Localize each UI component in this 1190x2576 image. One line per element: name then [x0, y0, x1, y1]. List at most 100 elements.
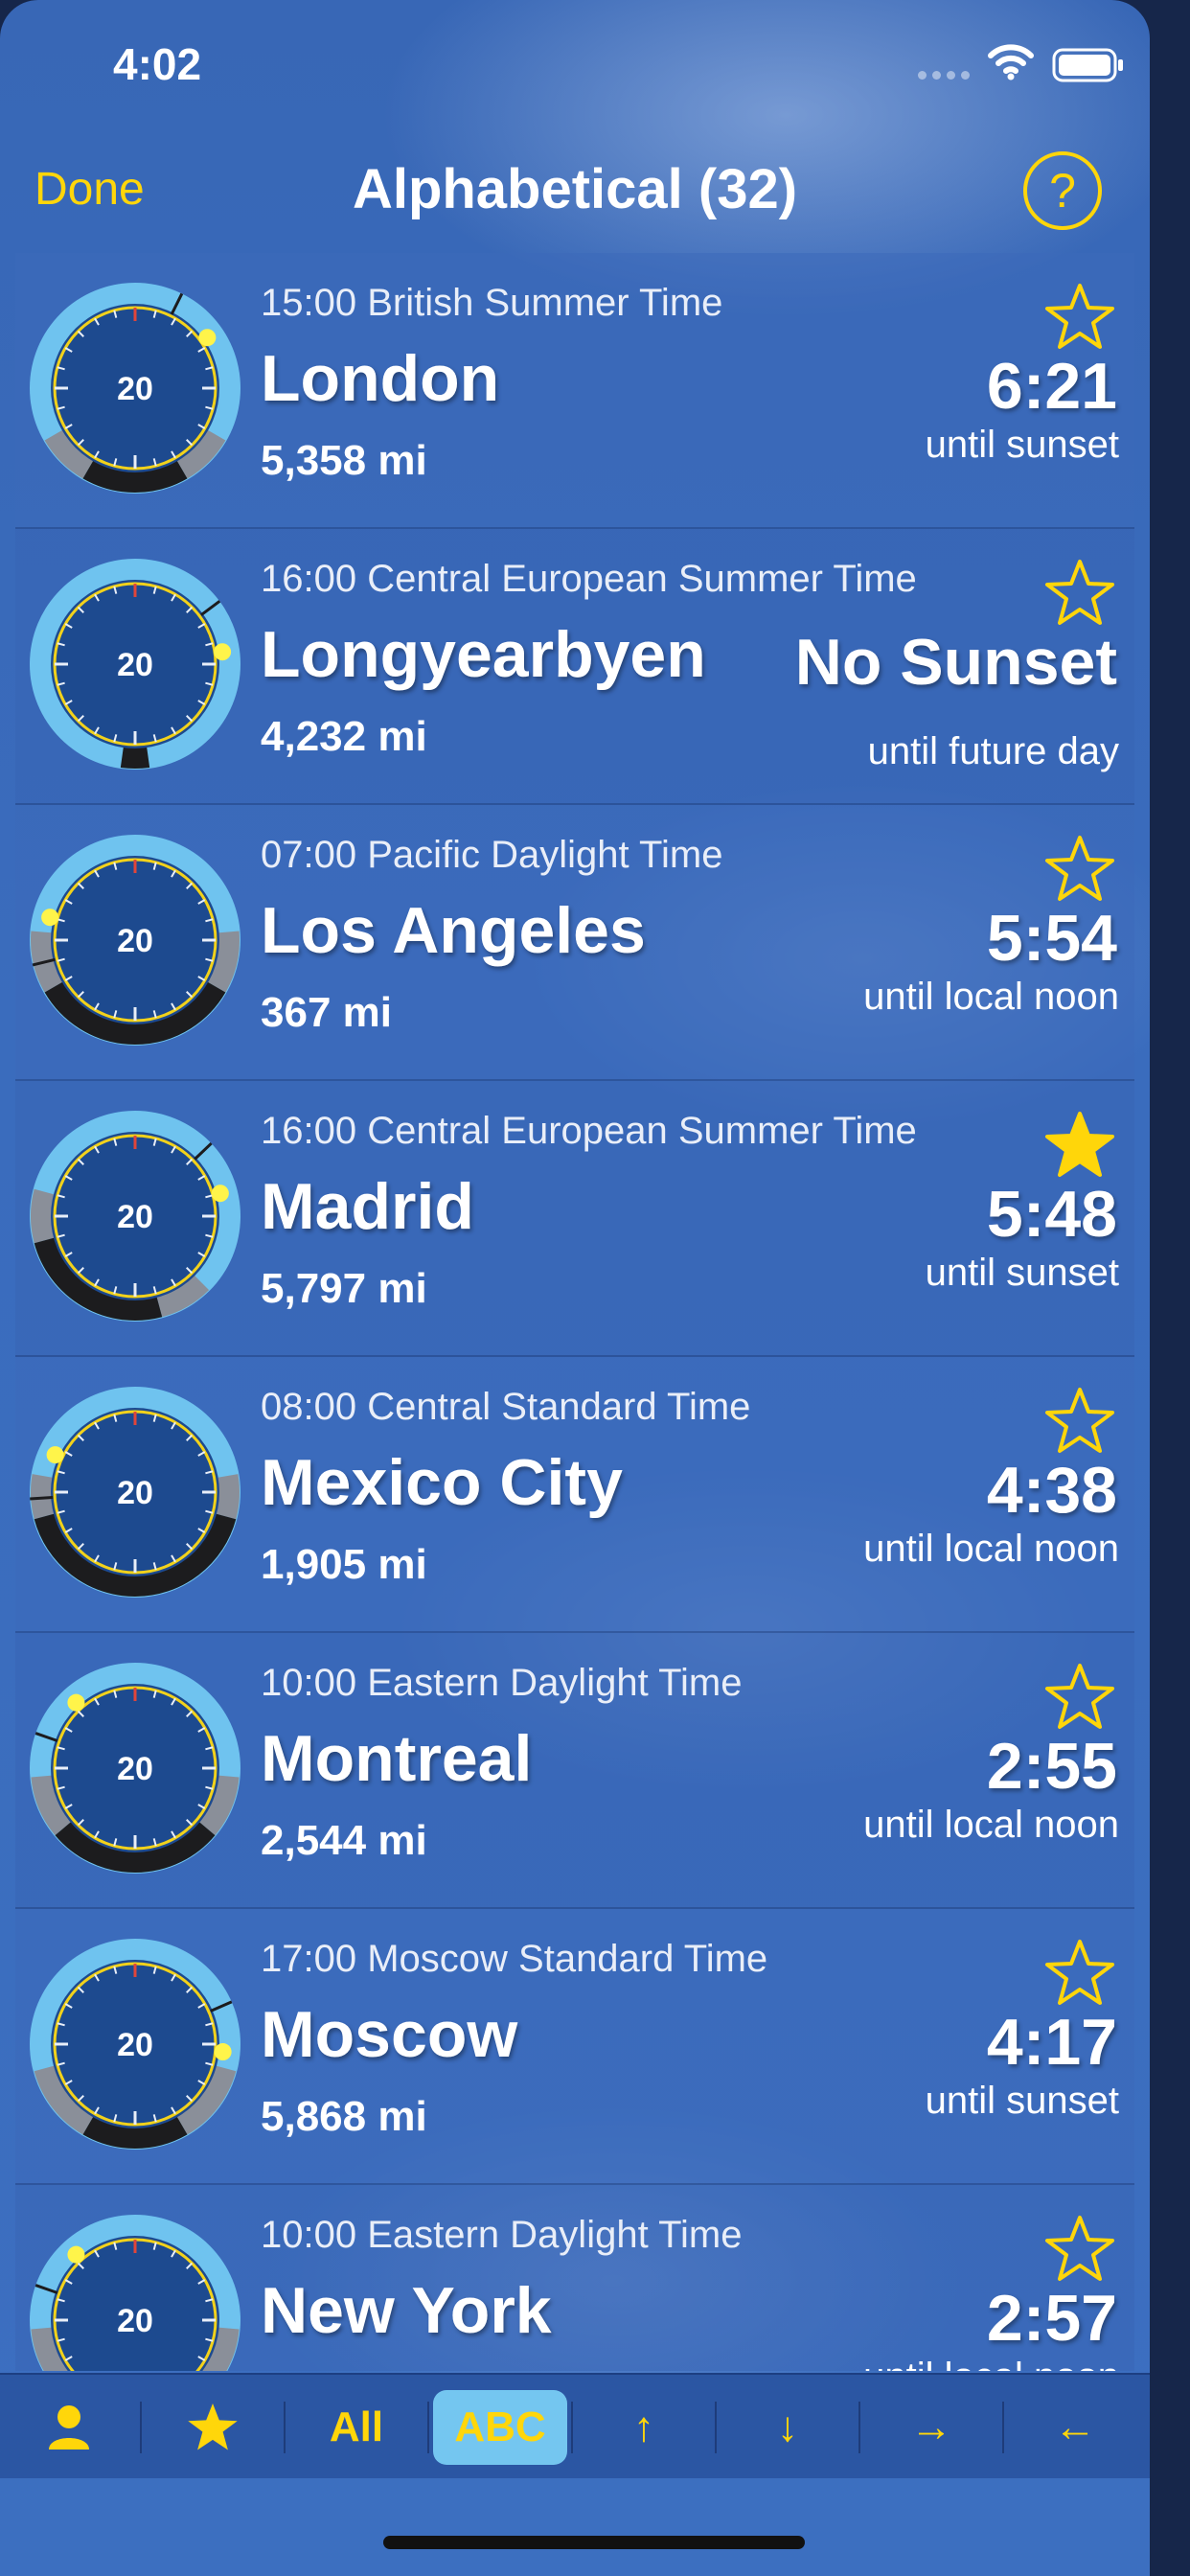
- toolbar-divider: [571, 2402, 573, 2453]
- city-row[interactable]: 20 16:00 Central European Summer Time Madr…: [15, 1081, 1134, 1357]
- city-name: Los Angeles: [261, 894, 646, 967]
- status-time: 4:02: [113, 39, 202, 89]
- sun-marker: [214, 2043, 232, 2061]
- sun-marker: [46, 1446, 64, 1464]
- countdown-value: 5:54: [986, 902, 1117, 975]
- sun-marker: [67, 2245, 85, 2264]
- timezone-label: 16:00 Central European Summer Time: [261, 1110, 917, 1152]
- star-outline-icon[interactable]: [1044, 2214, 1115, 2285]
- distance-label: 4,232 mi: [261, 713, 427, 760]
- timezone-label: 15:00 British Summer Time: [261, 282, 723, 324]
- dial-label: 20: [117, 1751, 153, 1787]
- navigation-bar: Done Alphabetical (32) ?: [0, 134, 1150, 249]
- countdown-value: 6:21: [986, 350, 1117, 423]
- timezone-label: 10:00 Eastern Daylight Time: [261, 2214, 743, 2256]
- countdown-value: No Sunset: [794, 626, 1117, 699]
- sort-down-button[interactable]: ↓: [716, 2375, 859, 2480]
- toolbar-divider: [284, 2402, 286, 2453]
- city-name: Moscow: [261, 1998, 518, 2071]
- countdown-value: 5:48: [986, 1178, 1117, 1251]
- dial-label: 20: [117, 2027, 153, 2063]
- event-label: until sunset: [925, 2080, 1119, 2122]
- star-outline-icon[interactable]: [1044, 834, 1115, 905]
- countdown-value: 2:57: [986, 2282, 1117, 2355]
- person-filter-button[interactable]: [0, 2375, 141, 2480]
- star-outline-icon[interactable]: [1044, 282, 1115, 353]
- toolbar-label: ↓: [777, 2404, 798, 2450]
- sun-marker: [41, 908, 59, 927]
- star-outline-icon[interactable]: [1044, 558, 1115, 629]
- distance-label: 2,544 mi: [261, 1817, 427, 1864]
- app-sheet: 4:02 Done Alphabetical (32) ? 20 15:00 Br…: [0, 0, 1150, 2576]
- toolbar-label: →: [910, 2404, 952, 2450]
- sun-dial-icon: 20: [30, 1663, 240, 1874]
- signal-icon: [918, 71, 970, 80]
- status-bar: 4:02: [0, 0, 1150, 125]
- sun-dial-icon: 20: [30, 559, 240, 770]
- toolbar-divider: [858, 2402, 860, 2453]
- dial-label: 20: [117, 371, 153, 407]
- star-outline-icon[interactable]: [1044, 1662, 1115, 1733]
- city-row[interactable]: 20 15:00 British Summer Time London 5,358 m…: [15, 253, 1134, 529]
- timezone-label: 10:00 Eastern Daylight Time: [261, 1662, 743, 1704]
- toolbar-label: ABC: [433, 2390, 567, 2465]
- toolbar-label: ↑: [633, 2404, 654, 2450]
- person-icon: [49, 2405, 89, 2450]
- sun-dial-icon: 20: [30, 1111, 240, 1322]
- star-filled-icon: [188, 2404, 238, 2450]
- city-row[interactable]: 20 10:00 Eastern Daylight Time New York 2:5…: [15, 2185, 1134, 2371]
- all-filter-button[interactable]: All: [285, 2375, 428, 2480]
- event-label: until local noon: [863, 1804, 1119, 1846]
- city-name: New York: [261, 2274, 552, 2347]
- distance-label: 367 mi: [261, 989, 392, 1036]
- star-outline-icon[interactable]: [1044, 1938, 1115, 2009]
- timezone-label: 16:00 Central European Summer Time: [261, 558, 917, 600]
- city-row[interactable]: 20 16:00 Central European Summer Time Long…: [15, 529, 1134, 805]
- dial-label: 20: [117, 923, 153, 959]
- sort-up-button[interactable]: ↑: [572, 2375, 716, 2480]
- city-row[interactable]: 20 17:00 Moscow Standard Time Moscow 5,868 …: [15, 1909, 1134, 2185]
- toolbar-divider: [427, 2402, 429, 2453]
- abc-sort-button[interactable]: ABC: [428, 2375, 572, 2480]
- star-outline-icon[interactable]: [1044, 1386, 1115, 1457]
- countdown-value: 2:55: [986, 1730, 1117, 1803]
- distance-label: 5,868 mi: [261, 2093, 427, 2140]
- sun-dial-icon: 20: [30, 1387, 240, 1598]
- battery-icon: [1052, 48, 1123, 82]
- star-filled-icon[interactable]: [1044, 1110, 1115, 1181]
- event-label: until local noon: [863, 2356, 1119, 2371]
- city-name: Madrid: [261, 1170, 474, 1243]
- city-row[interactable]: 20 08:00 Central Standard Time Mexico City…: [15, 1357, 1134, 1633]
- sun-marker: [211, 1184, 229, 1203]
- sun-dial-icon: 20: [30, 1939, 240, 2150]
- city-name: Montreal: [261, 1722, 533, 1795]
- timezone-label: 08:00 Central Standard Time: [261, 1386, 751, 1428]
- toolbar-divider: [1002, 2402, 1004, 2453]
- distance-label: 1,905 mi: [261, 1541, 427, 1588]
- sun-dial-icon: 20: [30, 2215, 240, 2371]
- city-row[interactable]: 20 07:00 Pacific Daylight Time Los Angeles…: [15, 805, 1134, 1081]
- page-title: Alphabetical (32): [352, 158, 798, 220]
- dial-label: 20: [117, 1199, 153, 1235]
- dial-label: 20: [117, 647, 153, 683]
- sun-dial-icon: 20: [30, 283, 240, 494]
- city-row[interactable]: 20 10:00 Eastern Daylight Time Montreal 2,5…: [15, 1633, 1134, 1909]
- event-label: until sunset: [925, 424, 1119, 466]
- sun-marker: [214, 643, 232, 661]
- favorites-filter-button[interactable]: [141, 2375, 285, 2480]
- event-label: until sunset: [925, 1252, 1119, 1294]
- toolbar-label: All: [329, 2404, 384, 2450]
- sun-marker: [198, 329, 217, 347]
- event-label: until future day: [867, 730, 1119, 772]
- event-label: until local noon: [863, 1528, 1119, 1570]
- help-button[interactable]: ?: [1023, 151, 1102, 230]
- home-indicator: [383, 2536, 805, 2549]
- event-label: until local noon: [863, 976, 1119, 1018]
- city-name: Longyearbyen: [261, 618, 706, 691]
- countdown-value: 4:38: [986, 1454, 1117, 1527]
- sort-left-button[interactable]: ←: [1003, 2375, 1147, 2480]
- sort-right-button[interactable]: →: [859, 2375, 1003, 2480]
- city-list[interactable]: 20 15:00 British Summer Time London 5,358 m…: [15, 253, 1134, 2371]
- dial-label: 20: [117, 2303, 153, 2339]
- sun-marker: [67, 1693, 85, 1712]
